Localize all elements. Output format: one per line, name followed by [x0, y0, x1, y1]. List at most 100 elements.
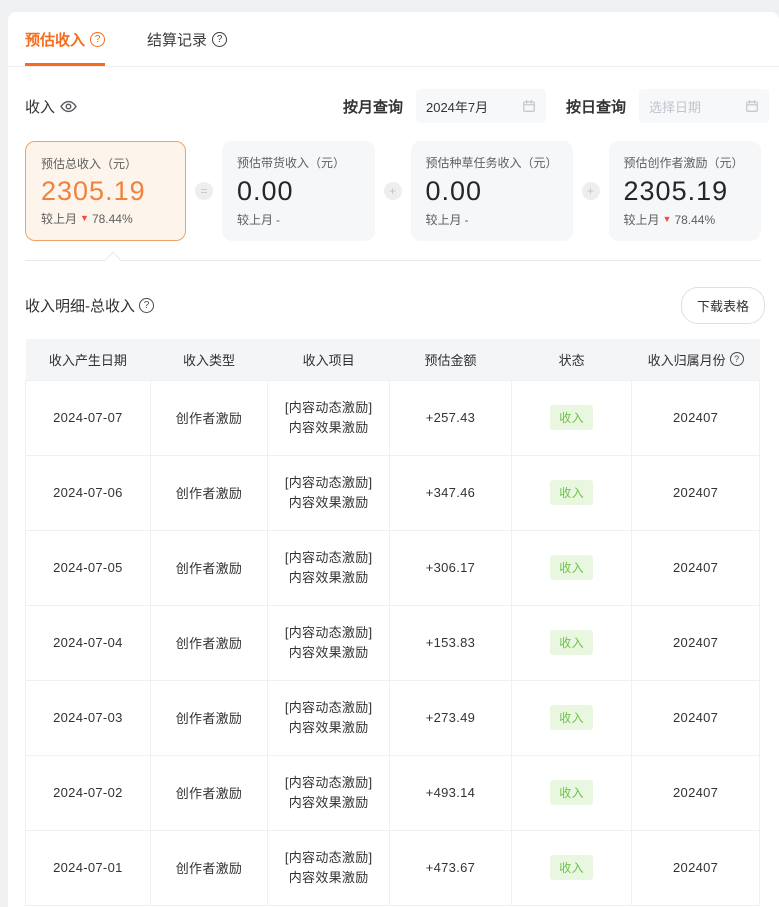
card-title: 预估总收入（元）: [41, 155, 170, 172]
cell-amount: +493.14: [390, 755, 512, 830]
day-picker-input[interactable]: 选择日期: [639, 89, 769, 123]
calendar-icon: [745, 99, 759, 113]
compare-label: 较上月: [426, 211, 462, 228]
status-badge: 收入: [550, 630, 593, 655]
income-detail-table: 收入产生日期 收入类型 收入项目 预估金额 状态 收入归属月份 ? 2024-0…: [25, 339, 760, 906]
cell-amount: +273.49: [390, 680, 512, 755]
help-icon[interactable]: ?: [90, 32, 105, 47]
cell-type: 创作者激励: [150, 380, 267, 455]
compare-value: 78.44%: [92, 212, 133, 226]
tab-label: 预估收入: [25, 29, 85, 50]
card-title: 预估创作者激励（元）: [624, 154, 747, 171]
cell-status: 收入: [511, 455, 631, 530]
col-header-date: 收入产生日期: [26, 339, 151, 380]
card-value: 2305.19: [624, 176, 747, 207]
card-total-income[interactable]: 预估总收入（元） 2305.19 较上月 ▼ 78.44%: [25, 141, 186, 241]
project-line-2: 内容效果激励: [268, 493, 389, 513]
card-seeding-task-income[interactable]: 预估种草任务收入（元） 0.00 较上月 -: [411, 141, 573, 241]
tab-bar: 预估收入 ? 结算记录 ?: [8, 12, 779, 67]
card-compare: 较上月 ▼ 78.44%: [41, 210, 170, 227]
month-picker-value: 2024年7月: [426, 97, 488, 116]
card-compare: 较上月 -: [237, 211, 360, 228]
project-line-1: [内容动态激励]: [268, 698, 389, 718]
help-icon[interactable]: ?: [212, 32, 227, 47]
cell-status: 收入: [511, 380, 631, 455]
cell-project: [内容动态激励] 内容效果激励: [268, 830, 390, 905]
cell-amount: +347.46: [390, 455, 512, 530]
cell-month: 202407: [632, 830, 760, 905]
down-triangle-icon: ▼: [663, 215, 672, 224]
tab-label: 结算记录: [147, 29, 207, 50]
project-line-1: [内容动态激励]: [268, 848, 389, 868]
summary-cards: 预估总收入（元） 2305.19 较上月 ▼ 78.44% = 预估带货收入（元…: [8, 123, 779, 241]
cell-amount: +473.67: [390, 830, 512, 905]
tab-settlement-records[interactable]: 结算记录 ?: [147, 29, 227, 66]
compare-value: 78.44%: [674, 213, 715, 227]
cell-type: 创作者激励: [150, 455, 267, 530]
income-label-text: 收入: [25, 96, 55, 117]
cell-month: 202407: [632, 680, 760, 755]
help-icon[interactable]: ?: [139, 298, 154, 313]
status-badge: 收入: [550, 705, 593, 730]
col-header-amount: 预估金额: [390, 339, 512, 380]
card-goods-income[interactable]: 预估带货收入（元） 0.00 较上月 -: [222, 141, 375, 241]
card-value: 0.00: [237, 176, 360, 207]
table-row: 2024-07-06 创作者激励 [内容动态激励] 内容效果激励 +347.46…: [26, 455, 760, 530]
cell-type: 创作者激励: [150, 605, 267, 680]
cell-month: 202407: [632, 605, 760, 680]
eye-icon[interactable]: [60, 98, 77, 115]
project-line-2: 内容效果激励: [268, 418, 389, 438]
cell-status: 收入: [511, 830, 631, 905]
cell-month: 202407: [632, 530, 760, 605]
operator-separator: =: [186, 141, 222, 241]
card-title: 预估带货收入（元）: [237, 154, 360, 171]
status-badge: 收入: [550, 405, 593, 430]
tab-estimated-income[interactable]: 预估收入 ?: [25, 29, 105, 66]
table-row: 2024-07-02 创作者激励 [内容动态激励] 内容效果激励 +493.14…: [26, 755, 760, 830]
plus-icon: +: [384, 182, 402, 200]
equals-icon: =: [195, 182, 213, 200]
cell-date: 2024-07-05: [26, 530, 151, 605]
table-header: 收入产生日期 收入类型 收入项目 预估金额 状态 收入归属月份 ?: [26, 339, 760, 380]
card-title: 预估种草任务收入（元）: [426, 154, 558, 171]
cell-month: 202407: [632, 380, 760, 455]
month-query-label: 按月查询: [343, 96, 403, 117]
cell-type: 创作者激励: [150, 680, 267, 755]
compare-label: 较上月: [624, 211, 660, 228]
card-value: 2305.19: [41, 176, 170, 207]
card-compare: 较上月 ▼ 78.44%: [624, 211, 747, 228]
filter-toolbar: 收入 按月查询 2024年7月 按日查询 选择日期: [8, 67, 779, 123]
operator-separator: +: [375, 141, 411, 241]
project-line-2: 内容效果激励: [268, 793, 389, 813]
col-header-project: 收入项目: [268, 339, 390, 380]
operator-separator: +: [573, 141, 609, 241]
table-row: 2024-07-04 创作者激励 [内容动态激励] 内容效果激励 +153.83…: [26, 605, 760, 680]
day-picker-placeholder: 选择日期: [649, 97, 701, 116]
cell-project: [内容动态激励] 内容效果激励: [268, 530, 390, 605]
cell-date: 2024-07-03: [26, 680, 151, 755]
cell-project: [内容动态激励] 内容效果激励: [268, 455, 390, 530]
calendar-icon: [522, 99, 536, 113]
cell-amount: +306.17: [390, 530, 512, 605]
down-triangle-icon: ▼: [80, 214, 89, 223]
status-badge: 收入: [550, 555, 593, 580]
income-section-label: 收入: [25, 96, 77, 117]
project-line-2: 内容效果激励: [268, 568, 389, 588]
cell-type: 创作者激励: [150, 755, 267, 830]
help-icon[interactable]: ?: [730, 352, 744, 366]
col-header-status: 状态: [511, 339, 631, 380]
section-title-text: 收入明细-总收入: [25, 295, 135, 316]
main-panel: 预估收入 ? 结算记录 ? 收入 按月查询 2024年7月: [8, 12, 779, 907]
cell-status: 收入: [511, 755, 631, 830]
day-query-label: 按日查询: [566, 96, 626, 117]
download-table-button[interactable]: 下载表格: [681, 287, 765, 324]
card-creator-incentive[interactable]: 预估创作者激励（元） 2305.19 较上月 ▼ 78.44%: [609, 141, 762, 241]
detail-section-title: 收入明细-总收入 ?: [25, 295, 154, 316]
cell-amount: +257.43: [390, 380, 512, 455]
col-header-type: 收入类型: [150, 339, 267, 380]
cell-date: 2024-07-07: [26, 380, 151, 455]
project-line-1: [内容动态激励]: [268, 398, 389, 418]
month-picker-input[interactable]: 2024年7月: [416, 89, 546, 123]
compare-label: 较上月: [237, 211, 273, 228]
table-row: 2024-07-01 创作者激励 [内容动态激励] 内容效果激励 +473.67…: [26, 830, 760, 905]
